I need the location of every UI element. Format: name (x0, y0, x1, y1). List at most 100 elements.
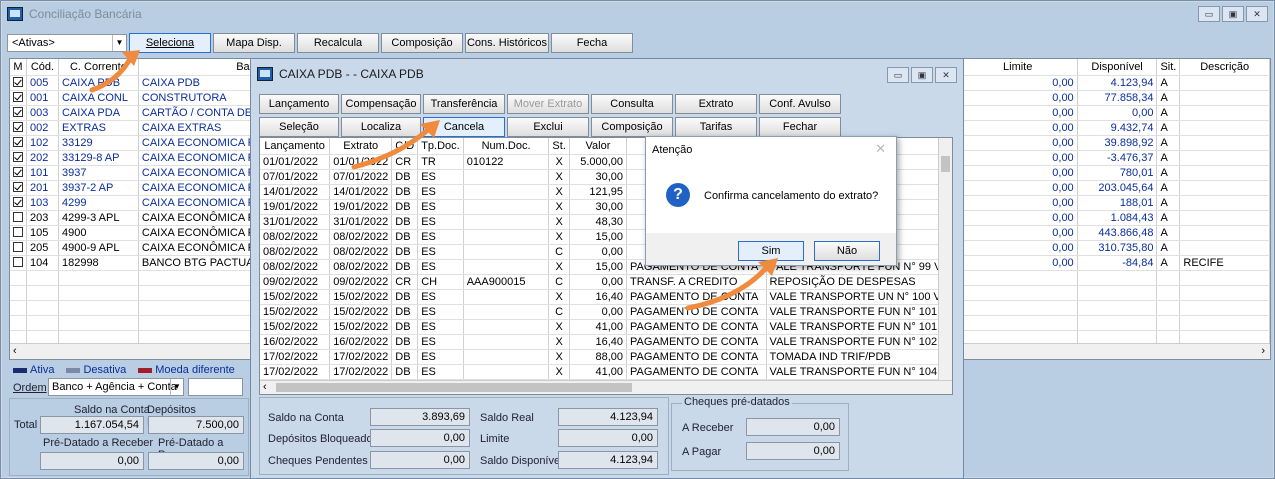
composicao-button[interactable]: Composição (381, 33, 463, 53)
chevron-right-icon[interactable]: › (1261, 345, 1265, 357)
close-icon[interactable]: ✕ (1246, 6, 1268, 22)
col-descricao[interactable]: Descrição (1179, 59, 1270, 76)
chevron-left-icon[interactable]: ‹ (13, 345, 17, 357)
cell: X (548, 364, 570, 380)
close-icon[interactable]: ✕ (935, 67, 957, 83)
minimize-icon[interactable]: ▭ (887, 67, 909, 83)
row-checkbox[interactable] (10, 90, 27, 106)
horizontal-scrollbar[interactable]: ‹ (260, 380, 952, 394)
cons-historicos-button[interactable]: Cons. Históricos (465, 33, 549, 53)
vertical-scrollbar[interactable] (938, 138, 952, 380)
table-row[interactable]: 15/02/2022 15/02/2022 DB ES X 16,40 PAGAMENTO … (260, 289, 952, 305)
col-4[interactable]: Num.Doc. (463, 138, 550, 155)
col-0[interactable]: Lançamento (260, 138, 331, 155)
col-disponivel[interactable]: Disponível (1077, 59, 1158, 76)
cell: C (548, 304, 570, 320)
cell-disp: 39.898,92 (1077, 135, 1158, 151)
col-5[interactable]: St. (548, 138, 570, 155)
col-limite[interactable]: Limite (958, 59, 1078, 76)
recalcula-button[interactable]: Recalcula (297, 33, 379, 53)
cell: X (548, 199, 570, 215)
table-row[interactable]: 15/02/2022 15/02/2022 DB ES X 41,00 PAGAMENTO … (260, 319, 952, 335)
table-row[interactable]: 16/02/2022 16/02/2022 DB ES X 16,40 PAGAMENTO … (260, 334, 952, 350)
ordem-select[interactable]: Banco + Agência + Conta ▼ (48, 378, 184, 396)
cell: 30,00 (569, 169, 628, 185)
row-checkbox[interactable] (10, 225, 27, 241)
extrato-button[interactable]: Extrato (675, 94, 757, 114)
row-checkbox[interactable] (10, 135, 27, 151)
cell-cc: 4299-3 APL (58, 210, 139, 226)
cell-cod: 203 (26, 210, 59, 226)
cell-cc: 33129 (58, 135, 139, 151)
cell (463, 214, 550, 230)
row-checkbox[interactable] (10, 105, 27, 121)
selecao-button[interactable]: Seleção (259, 117, 339, 137)
conf-avulso-button[interactable]: Conf. Avulso (759, 94, 841, 114)
cell: 08/02/2022 (329, 259, 393, 275)
filter-select[interactable]: <Ativas> ▼ (7, 34, 127, 52)
yes-button[interactable]: Sim (738, 241, 804, 261)
row-checkbox[interactable] (10, 165, 27, 181)
row-checkbox[interactable] (10, 210, 27, 226)
consulta-button[interactable]: Consulta (591, 94, 673, 114)
row-checkbox[interactable] (10, 240, 27, 256)
col-1[interactable]: Extrato (329, 138, 393, 155)
cell-cod: 003 (26, 105, 59, 121)
cell: X (548, 184, 570, 200)
cell-cc: 4900-9 APL (58, 240, 139, 256)
cell: X (548, 214, 570, 230)
exclui-button[interactable]: Exclui (507, 117, 589, 137)
localiza-button[interactable]: Localiza (341, 117, 421, 137)
close-icon[interactable]: ✕ (875, 141, 886, 157)
col-sit[interactable]: Sit. (1156, 59, 1181, 76)
cell: 15,00 (569, 229, 628, 245)
cheq-pend-label: Cheques Pendentes (268, 455, 368, 467)
cell-lim: 0,00 (958, 195, 1078, 211)
col-m[interactable]: M (10, 59, 27, 76)
mapa-disp-button[interactable]: Mapa Disp. (213, 33, 295, 53)
cell: X (548, 289, 570, 305)
no-button[interactable]: Não (814, 241, 880, 261)
cancela-button[interactable]: Cancela (423, 117, 505, 137)
cell: 48,30 (569, 214, 628, 230)
col-2[interactable]: C/D (391, 138, 419, 155)
cell-sit: A (1156, 105, 1181, 121)
cell: VALE TRANSPORTE FUN N° 104 V (766, 364, 952, 380)
table-row[interactable]: 09/02/2022 09/02/2022 CR CH AAA900015 C 0,00 TR… (260, 274, 952, 290)
table-row[interactable]: 17/02/2022 17/02/2022 DB ES X 88,00 PAGAMENTO … (260, 349, 952, 365)
fecha-button[interactable]: Fecha (551, 33, 633, 53)
col-6[interactable]: Valor (569, 138, 628, 155)
row-checkbox[interactable] (10, 120, 27, 136)
col-3[interactable]: Tp.Doc. (417, 138, 464, 155)
row-checkbox[interactable] (10, 195, 27, 211)
search-field[interactable] (188, 378, 243, 396)
row-checkbox[interactable] (10, 75, 27, 91)
composicao-button[interactable]: Composição (591, 117, 673, 137)
table-row[interactable]: 15/02/2022 15/02/2022 DB ES C 0,00 PAGAMENTO D… (260, 304, 952, 320)
maximize-icon[interactable]: ▣ (1222, 6, 1244, 22)
cell-cc: 3937-2 AP (58, 180, 139, 196)
cell-desc (1179, 165, 1270, 181)
row-checkbox[interactable] (10, 255, 27, 271)
compensacao-button[interactable]: Compensação (341, 94, 421, 114)
lancamento-button[interactable]: Lançamento (259, 94, 339, 114)
chevron-left-icon[interactable]: ‹ (263, 381, 267, 393)
seleciona-button[interactable]: Seleciona (129, 33, 211, 53)
limite-label: Limite (480, 433, 510, 445)
col-conta[interactable]: C. Corrente (58, 59, 139, 76)
row-checkbox[interactable] (10, 180, 27, 196)
cell-cod: 105 (26, 225, 59, 241)
transferencia-button[interactable]: Transferência (423, 94, 505, 114)
cell: ES (417, 259, 464, 275)
fechar-button[interactable]: Fechar (759, 117, 841, 137)
tarifas-button[interactable]: Tarifas (675, 117, 757, 137)
maximize-icon[interactable]: ▣ (911, 67, 933, 83)
cell: X (548, 259, 570, 275)
table-row[interactable]: 17/02/2022 17/02/2022 DB ES X 41,00 PAGAMENTO … (260, 364, 952, 380)
col-cod[interactable]: Cód. (26, 59, 59, 76)
cell-sit: A (1156, 225, 1181, 241)
mover-extrato-button[interactable]: Mover Extrato (507, 94, 589, 114)
minimize-icon[interactable]: ▭ (1198, 6, 1220, 22)
cell: 15/02/2022 (329, 289, 393, 305)
row-checkbox[interactable] (10, 150, 27, 166)
